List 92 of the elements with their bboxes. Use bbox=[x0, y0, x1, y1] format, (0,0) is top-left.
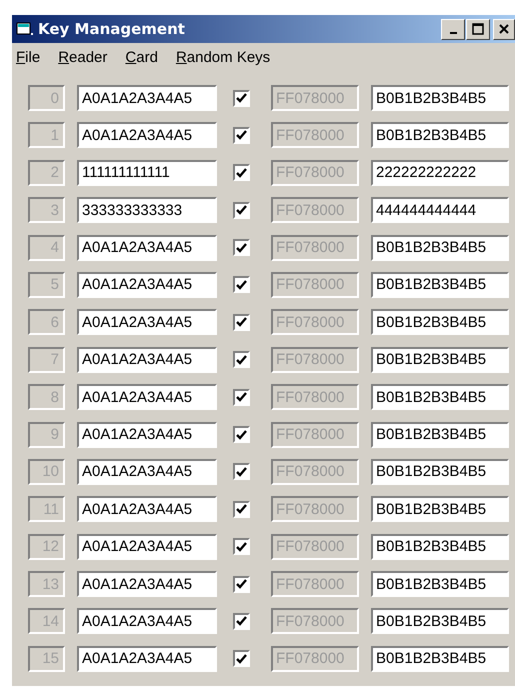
checkmark-icon bbox=[236, 130, 247, 140]
access-bits-field: FF078000 bbox=[271, 608, 359, 634]
menu-item[interactable]: File bbox=[16, 49, 40, 73]
window-title: Key Management bbox=[38, 20, 186, 38]
checkmark-icon bbox=[236, 205, 247, 216]
access-bits-field: FF078000 bbox=[271, 197, 359, 224]
key-b-field[interactable]: B0B1B2B3B4B5 bbox=[371, 85, 509, 111]
checkbox[interactable] bbox=[233, 500, 250, 518]
key-b-field[interactable]: 444444444444 bbox=[371, 197, 509, 224]
checkbox[interactable] bbox=[233, 612, 250, 630]
key-a-field[interactable]: A0A1A2A3A4A5 bbox=[77, 85, 217, 111]
checkbox[interactable] bbox=[233, 538, 250, 556]
key-a-field[interactable]: A0A1A2A3A4A5 bbox=[77, 272, 217, 298]
key-a-field[interactable]: A0A1A2A3A4A5 bbox=[77, 422, 217, 448]
checkmark-icon bbox=[236, 504, 247, 514]
access-bits-field: FF078000 bbox=[271, 496, 359, 522]
key-a-field[interactable]: 111111111111 bbox=[77, 160, 217, 186]
checkbox[interactable] bbox=[233, 351, 250, 368]
checkmark-icon bbox=[236, 542, 247, 552]
key-b-field[interactable]: B0B1B2B3B4B5 bbox=[371, 272, 509, 298]
minimize-icon bbox=[450, 32, 456, 34]
access-bits-field: FF078000 bbox=[271, 234, 359, 261]
checkmark-icon bbox=[236, 280, 247, 290]
checkmark-icon bbox=[236, 392, 247, 402]
checkbox[interactable] bbox=[233, 126, 250, 144]
key-b-field[interactable]: B0B1B2B3B4B5 bbox=[371, 646, 509, 672]
checkmark-icon bbox=[236, 430, 247, 440]
access-bits-field: FF078000 bbox=[271, 571, 359, 598]
checkmark-icon bbox=[236, 242, 247, 253]
access-bits-field: FF078000 bbox=[271, 458, 359, 485]
access-bits-field: FF078000 bbox=[271, 646, 359, 672]
menu-item[interactable]: Card bbox=[125, 49, 158, 73]
checkbox[interactable] bbox=[233, 90, 250, 106]
key-b-field[interactable]: B0B1B2B3B4B5 bbox=[371, 346, 509, 373]
checkmark-icon bbox=[236, 317, 247, 328]
app-icon bbox=[16, 21, 34, 37]
close-button[interactable] bbox=[493, 18, 515, 40]
key-a-field[interactable]: A0A1A2A3A4A5 bbox=[77, 122, 217, 148]
maximize-button[interactable] bbox=[466, 18, 490, 40]
checkbox[interactable] bbox=[233, 650, 250, 668]
key-a-field[interactable]: A0A1A2A3A4A5 bbox=[77, 608, 217, 634]
access-bits-field: FF078000 bbox=[271, 309, 359, 336]
checkbox[interactable] bbox=[233, 576, 250, 593]
menu-item[interactable]: Random Keys bbox=[176, 49, 270, 73]
checkmark-icon bbox=[236, 616, 247, 626]
checkbox[interactable] bbox=[233, 202, 250, 219]
key-b-field[interactable]: B0B1B2B3B4B5 bbox=[371, 384, 509, 410]
key-b-field[interactable]: 222222222222 bbox=[371, 160, 509, 186]
menu-item[interactable]: Reader bbox=[58, 49, 108, 73]
key-a-field[interactable]: A0A1A2A3A4A5 bbox=[77, 234, 217, 261]
key-a-field[interactable]: A0A1A2A3A4A5 bbox=[77, 646, 217, 672]
checkmark-icon bbox=[236, 93, 247, 103]
checkbox[interactable] bbox=[233, 314, 250, 331]
key-b-field[interactable]: B0B1B2B3B4B5 bbox=[371, 608, 509, 634]
minimize-button[interactable] bbox=[441, 18, 465, 40]
key-b-field[interactable]: B0B1B2B3B4B5 bbox=[371, 458, 509, 485]
checkmark-icon bbox=[236, 168, 247, 178]
key-b-field[interactable]: B0B1B2B3B4B5 bbox=[371, 534, 509, 560]
checkbox[interactable] bbox=[233, 388, 250, 406]
key-b-field[interactable]: B0B1B2B3B4B5 bbox=[371, 234, 509, 261]
access-bits-field: FF078000 bbox=[271, 346, 359, 373]
key-a-field[interactable]: 333333333333 bbox=[77, 197, 217, 224]
checkbox[interactable] bbox=[233, 239, 250, 256]
checkmark-icon bbox=[236, 579, 247, 590]
checkbox[interactable] bbox=[233, 164, 250, 182]
access-bits-field: FF078000 bbox=[271, 122, 359, 148]
key-b-field[interactable]: B0B1B2B3B4B5 bbox=[371, 309, 509, 336]
key-a-field[interactable]: A0A1A2A3A4A5 bbox=[77, 384, 217, 410]
close-icon bbox=[498, 23, 510, 35]
access-bits-field: FF078000 bbox=[271, 384, 359, 410]
checkmark-icon bbox=[236, 654, 247, 664]
access-bits-field: FF078000 bbox=[271, 160, 359, 186]
key-a-field[interactable]: A0A1A2A3A4A5 bbox=[77, 309, 217, 336]
key-a-field[interactable]: A0A1A2A3A4A5 bbox=[77, 496, 217, 522]
key-b-field[interactable]: B0B1B2B3B4B5 bbox=[371, 122, 509, 148]
checkbox[interactable] bbox=[233, 276, 250, 294]
access-bits-field: FF078000 bbox=[271, 534, 359, 560]
access-bits-field: FF078000 bbox=[271, 422, 359, 448]
access-bits-field: FF078000 bbox=[271, 85, 359, 111]
key-a-field[interactable]: A0A1A2A3A4A5 bbox=[77, 346, 217, 373]
checkmark-icon bbox=[236, 466, 247, 477]
key-a-field[interactable]: A0A1A2A3A4A5 bbox=[77, 571, 217, 598]
key-b-field[interactable]: B0B1B2B3B4B5 bbox=[371, 571, 509, 598]
key-a-field[interactable]: A0A1A2A3A4A5 bbox=[77, 458, 217, 485]
key-b-field[interactable]: B0B1B2B3B4B5 bbox=[371, 496, 509, 522]
checkbox[interactable] bbox=[233, 463, 250, 480]
maximize-icon bbox=[472, 23, 484, 35]
key-b-field[interactable]: B0B1B2B3B4B5 bbox=[371, 422, 509, 448]
key-a-field[interactable]: A0A1A2A3A4A5 bbox=[77, 534, 217, 560]
checkmark-icon bbox=[236, 354, 247, 365]
access-bits-field: FF078000 bbox=[271, 272, 359, 298]
checkbox[interactable] bbox=[233, 426, 250, 444]
